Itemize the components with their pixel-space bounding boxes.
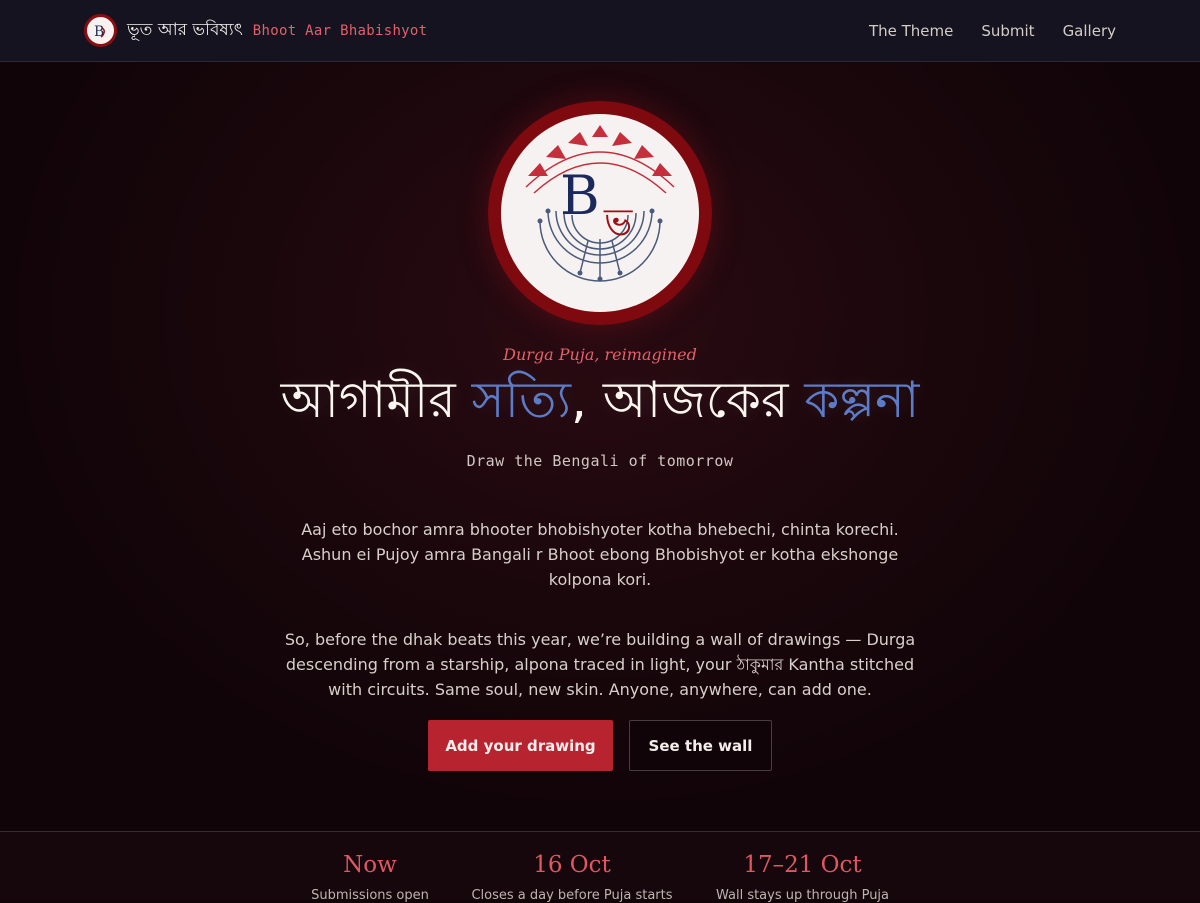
timeline-date: 16 Oct bbox=[533, 852, 611, 878]
nav-link-gallery[interactable]: Gallery bbox=[1063, 22, 1116, 40]
hero-tagline: Durga Puja, reimagined bbox=[503, 345, 697, 364]
brand-name-bengali: ভূত আর ভবিষ্যৎ bbox=[127, 19, 243, 40]
emblem-monogram: B bbox=[560, 164, 600, 227]
add-drawing-button[interactable]: Add your drawing bbox=[428, 720, 613, 771]
timeline-date: Now bbox=[343, 852, 397, 878]
logo-monogram-icon: B bbox=[94, 24, 105, 40]
timeline-description: Wall stays up through Puja bbox=[715, 888, 890, 903]
hero-intro-paragraph-2: So, before the dhak beats this year, we’… bbox=[284, 630, 916, 699]
headline-accent-1: সত্যি bbox=[471, 371, 572, 429]
hero-headline: আগামীর সত্যি, আজকের কল্পনা bbox=[0, 373, 1200, 428]
hero-section: B ভ Durga Puja, reimagined আগামীর সত্যি,… bbox=[0, 63, 1200, 831]
timeline-item: Now Submissions open bbox=[290, 852, 450, 903]
timeline-description: Closes a day before Puja starts bbox=[471, 888, 673, 903]
svg-text:B: B bbox=[94, 24, 104, 40]
timeline-item: 17–21 Oct Wall stays up through Puja bbox=[700, 852, 905, 903]
timeline-description: Submissions open bbox=[311, 888, 429, 903]
headline-accent-2: কল্পনা bbox=[804, 371, 920, 429]
brand[interactable]: B ভূত আর ভবিষ্যৎ Bhoot Aar Bhabishyot bbox=[84, 14, 427, 47]
nav-link-the-theme[interactable]: The Theme bbox=[869, 22, 953, 40]
timeline-strip: Now Submissions open 16 Oct Closes a day… bbox=[0, 831, 1200, 903]
nav-links: The Theme Submit Gallery bbox=[869, 22, 1116, 40]
headline-part-1: আগামীর bbox=[280, 371, 472, 429]
brand-name-english: Bhoot Aar Bhabishyot bbox=[252, 22, 428, 39]
nav-link-submit[interactable]: Submit bbox=[981, 22, 1034, 40]
logo-icon: B bbox=[84, 14, 117, 47]
top-navbar: B ভূত আর ভবিষ্যৎ Bhoot Aar Bhabishyot Th… bbox=[0, 0, 1200, 62]
hero-intro-paragraph-1: Aaj eto bochor amra bhooter bhobishyoter… bbox=[301, 520, 899, 589]
timeline-item: 16 Oct Closes a day before Puja starts bbox=[462, 852, 682, 903]
emblem-bengali-glyph: ভ bbox=[603, 200, 633, 244]
headline-part-2: , আজকের bbox=[571, 371, 805, 429]
see-wall-button[interactable]: See the wall bbox=[629, 720, 772, 771]
hero-subheading: Draw the Bengali of tomorrow bbox=[466, 452, 734, 470]
timeline-date: 17–21 Oct bbox=[743, 852, 862, 878]
emblem-logo-icon: B ভ bbox=[488, 101, 712, 325]
